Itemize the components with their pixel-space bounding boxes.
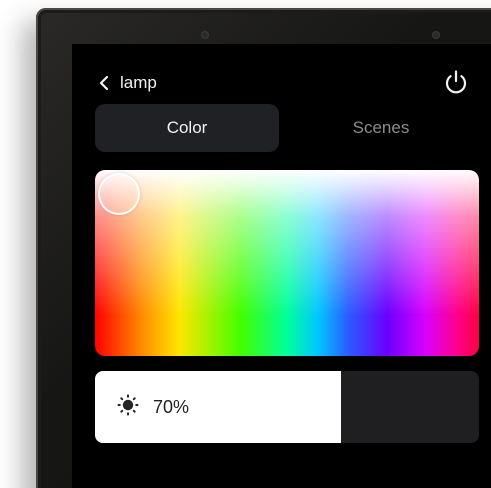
device-scene: lamp Color Scenes 70% bbox=[0, 0, 491, 488]
device-screen: lamp Color Scenes 70% bbox=[72, 44, 491, 488]
color-picker[interactable] bbox=[95, 170, 479, 356]
tab-scenes[interactable]: Scenes bbox=[289, 104, 473, 152]
tab-color[interactable]: Color bbox=[95, 104, 279, 152]
color-picker-handle[interactable] bbox=[98, 173, 140, 215]
chevron-left-icon bbox=[98, 75, 110, 91]
brightness-icon bbox=[117, 394, 139, 421]
back-button[interactable]: lamp bbox=[98, 70, 157, 96]
header: lamp bbox=[72, 68, 491, 98]
light-sensor bbox=[433, 32, 439, 38]
camera-sensor bbox=[202, 32, 208, 38]
mode-tabs: Color Scenes bbox=[95, 104, 479, 152]
brightness-content: 70% bbox=[117, 371, 189, 443]
brightness-value: 70% bbox=[153, 396, 190, 417]
power-button[interactable] bbox=[442, 68, 470, 96]
power-icon bbox=[442, 68, 470, 96]
device-title: lamp bbox=[120, 73, 157, 92]
brightness-slider[interactable]: 70% bbox=[95, 371, 479, 443]
